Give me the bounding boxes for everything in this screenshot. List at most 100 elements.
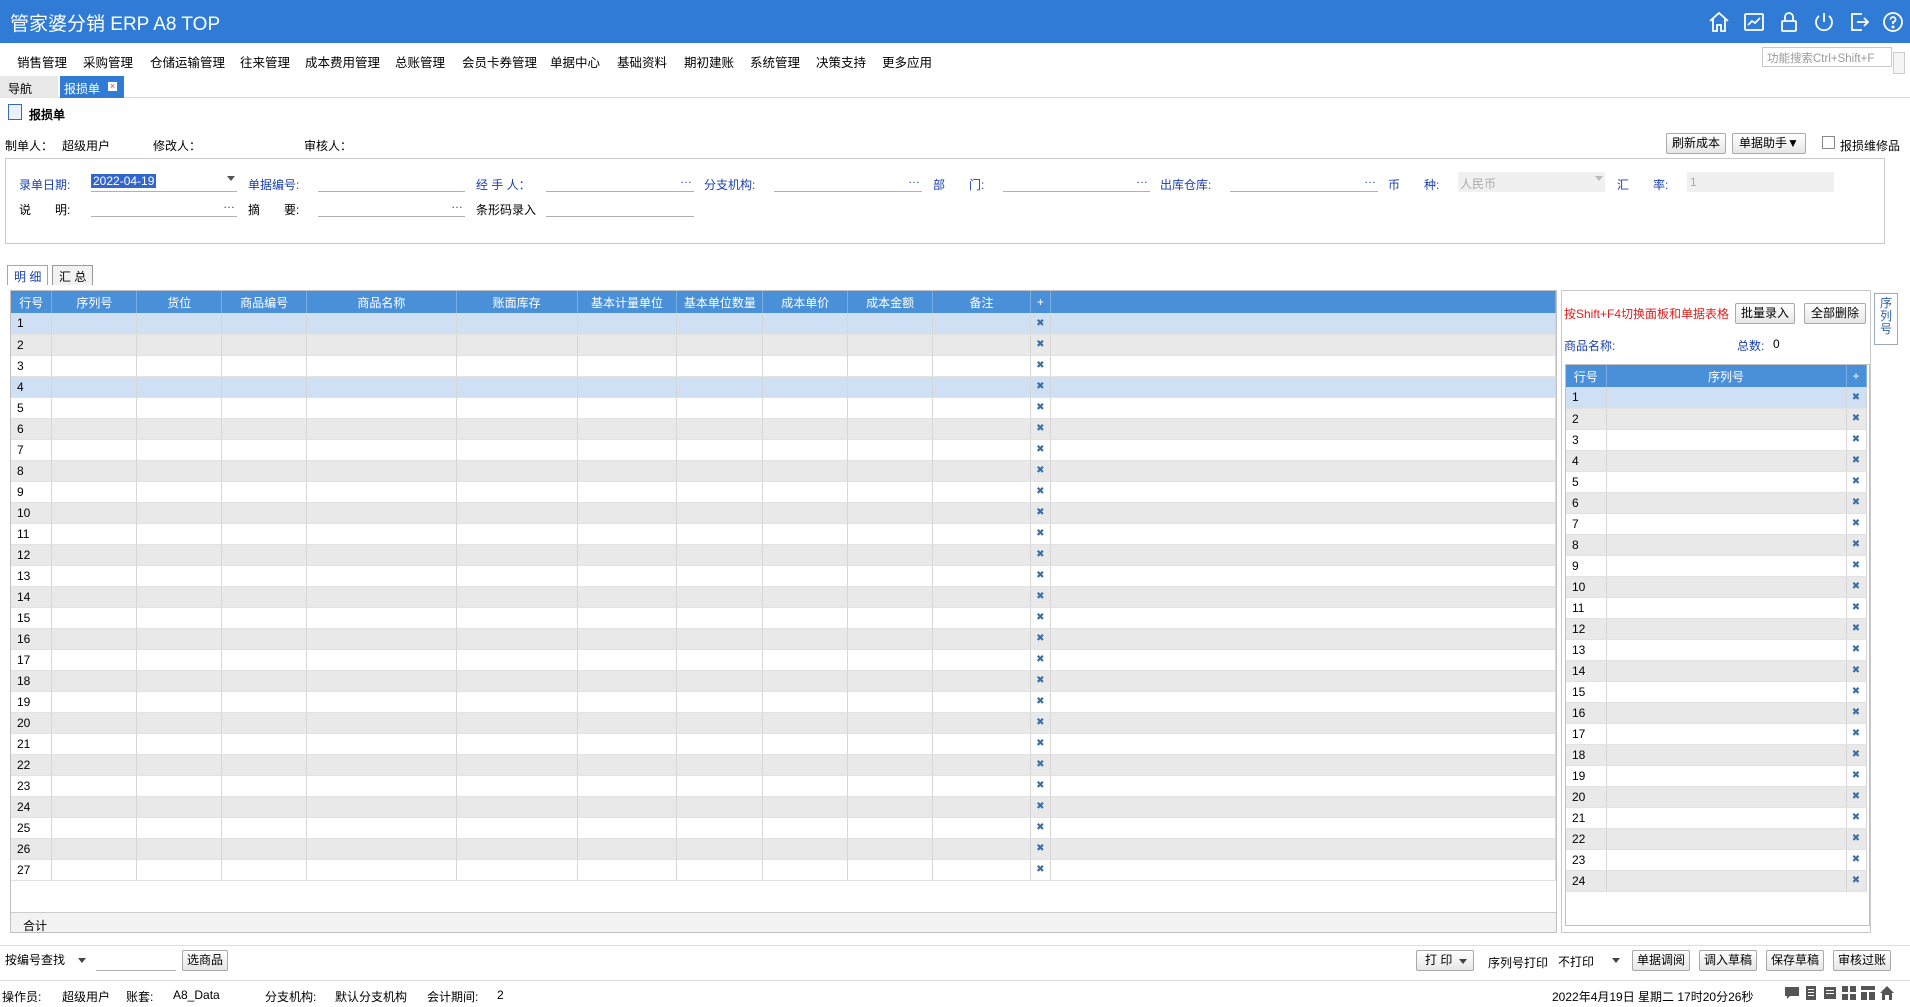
table-row[interactable]: 4 ✖ xyxy=(11,376,1556,398)
grid-cell[interactable] xyxy=(762,754,849,776)
grid-cell[interactable] xyxy=(676,712,764,734)
grid-cell[interactable] xyxy=(221,817,308,839)
help-icon[interactable] xyxy=(1881,10,1905,34)
table-row[interactable]: 5 ✖ xyxy=(11,397,1556,419)
grid-cell[interactable] xyxy=(847,859,934,881)
delete-row-icon[interactable]: ✖ xyxy=(1846,765,1867,787)
grid-cell[interactable] xyxy=(51,418,138,440)
delete-row-icon[interactable]: ✖ xyxy=(1030,691,1051,713)
serial-row[interactable]: 1 ✖ xyxy=(1566,387,1867,409)
col-header[interactable]: 货位 xyxy=(136,291,223,313)
serial-row[interactable]: 12 ✖ xyxy=(1566,618,1867,640)
serial-row[interactable]: 8 ✖ xyxy=(1566,534,1867,556)
grid-cell[interactable] xyxy=(221,565,308,587)
grid-cell[interactable] xyxy=(456,838,578,860)
grid-cell[interactable] xyxy=(221,733,308,755)
grid-cell[interactable] xyxy=(932,670,1031,692)
serial-row[interactable]: 7 ✖ xyxy=(1566,513,1867,535)
grid-cell[interactable] xyxy=(221,376,308,398)
grid-cell[interactable] xyxy=(577,376,678,398)
menu-item-more[interactable]: 更多应用 xyxy=(882,52,932,71)
grid-cell[interactable] xyxy=(456,334,578,356)
grid-cell[interactable] xyxy=(847,439,934,461)
home-icon[interactable] xyxy=(1707,10,1731,34)
grid-cell[interactable] xyxy=(51,628,138,650)
menu-item-system[interactable]: 系统管理 xyxy=(750,52,800,71)
serial-cell[interactable] xyxy=(1606,723,1847,745)
grid-cell[interactable] xyxy=(456,439,578,461)
serial-cell[interactable] xyxy=(1606,597,1847,619)
refresh-cost-button[interactable]: 刷新成本 xyxy=(1666,133,1726,154)
delete-row-icon[interactable]: ✖ xyxy=(1846,597,1867,619)
grid-cell[interactable] xyxy=(221,397,308,419)
delete-row-icon[interactable]: ✖ xyxy=(1846,492,1867,514)
grid-cell[interactable] xyxy=(932,628,1031,650)
serial-row[interactable]: 19 ✖ xyxy=(1566,765,1867,787)
load-draft-button[interactable]: 调入草稿 xyxy=(1699,950,1757,971)
grid-cell[interactable] xyxy=(306,859,457,881)
serial-cell[interactable] xyxy=(1606,429,1847,451)
grid-cell[interactable] xyxy=(932,754,1031,776)
home-small-icon[interactable] xyxy=(1879,985,1895,1001)
table-row[interactable]: 23 ✖ xyxy=(11,775,1556,797)
grid-cell[interactable] xyxy=(306,796,457,818)
grid-cell[interactable] xyxy=(221,859,308,881)
menu-item-accounts[interactable]: 往来管理 xyxy=(240,52,290,71)
grid-cell[interactable] xyxy=(221,418,308,440)
close-tab-icon[interactable]: × xyxy=(107,81,118,92)
delete-row-icon[interactable]: ✖ xyxy=(1846,828,1867,850)
grid-cell[interactable] xyxy=(847,565,934,587)
grid-cell[interactable] xyxy=(306,565,457,587)
serial-row[interactable]: 24 ✖ xyxy=(1566,870,1867,892)
lookup-ellipsis-icon[interactable]: … xyxy=(223,197,235,211)
col-header[interactable]: 基本单位数量 xyxy=(676,291,764,313)
grid-cell[interactable] xyxy=(932,733,1031,755)
grid-cell[interactable] xyxy=(51,754,138,776)
grid-cell[interactable] xyxy=(577,691,678,713)
col-header[interactable]: 基本计量单位 xyxy=(577,291,678,313)
menu-item-docs[interactable]: 单据中心 xyxy=(550,52,600,71)
delete-row-icon[interactable]: ✖ xyxy=(1030,607,1051,629)
grid-cell[interactable] xyxy=(762,607,849,629)
grid-cell[interactable] xyxy=(136,607,223,629)
serial-cell[interactable] xyxy=(1606,702,1847,724)
menu-item-opening[interactable]: 期初建账 xyxy=(684,52,734,71)
grid-cell[interactable] xyxy=(676,754,764,776)
grid-cell[interactable] xyxy=(762,439,849,461)
serial-cell[interactable] xyxy=(1606,786,1847,808)
col-header[interactable]: 商品编号 xyxy=(221,291,308,313)
grid-cell[interactable] xyxy=(136,817,223,839)
delete-row-icon[interactable]: ✖ xyxy=(1030,313,1051,335)
delete-row-icon[interactable]: ✖ xyxy=(1846,576,1867,598)
col-header[interactable]: 成本金额 xyxy=(847,291,934,313)
grid-cell[interactable] xyxy=(847,754,934,776)
doc-review-button[interactable]: 单据调阅 xyxy=(1632,950,1690,971)
grid-cell[interactable] xyxy=(932,397,1031,419)
delete-row-icon[interactable]: ✖ xyxy=(1030,670,1051,692)
grid-cell[interactable] xyxy=(676,607,764,629)
grid-cell[interactable] xyxy=(306,376,457,398)
table-row[interactable]: 9 ✖ xyxy=(11,481,1556,503)
delete-row-icon[interactable]: ✖ xyxy=(1030,817,1051,839)
grid-cell[interactable] xyxy=(51,691,138,713)
grid-cell[interactable] xyxy=(847,817,934,839)
grid-cell[interactable] xyxy=(221,481,308,503)
grid-cell[interactable] xyxy=(136,376,223,398)
grid-cell[interactable] xyxy=(136,418,223,440)
grid-cell[interactable] xyxy=(847,313,934,335)
grid-cell[interactable] xyxy=(51,565,138,587)
col-header[interactable]: 成本单价 xyxy=(762,291,849,313)
serial-row[interactable]: 14 ✖ xyxy=(1566,660,1867,682)
grid-cell[interactable] xyxy=(762,313,849,335)
grid-cell[interactable] xyxy=(456,628,578,650)
menu-item-cost[interactable]: 成本费用管理 xyxy=(305,52,380,71)
menu-item-sales[interactable]: 销售管理 xyxy=(17,52,67,71)
delete-row-icon[interactable]: ✖ xyxy=(1030,712,1051,734)
grid-cell[interactable] xyxy=(932,481,1031,503)
delete-row-icon[interactable]: ✖ xyxy=(1030,649,1051,671)
grid-cell[interactable] xyxy=(221,649,308,671)
grid-cell[interactable] xyxy=(847,502,934,524)
serial-cell[interactable] xyxy=(1606,639,1847,661)
grid-cell[interactable] xyxy=(932,796,1031,818)
grid-cell[interactable] xyxy=(847,712,934,734)
